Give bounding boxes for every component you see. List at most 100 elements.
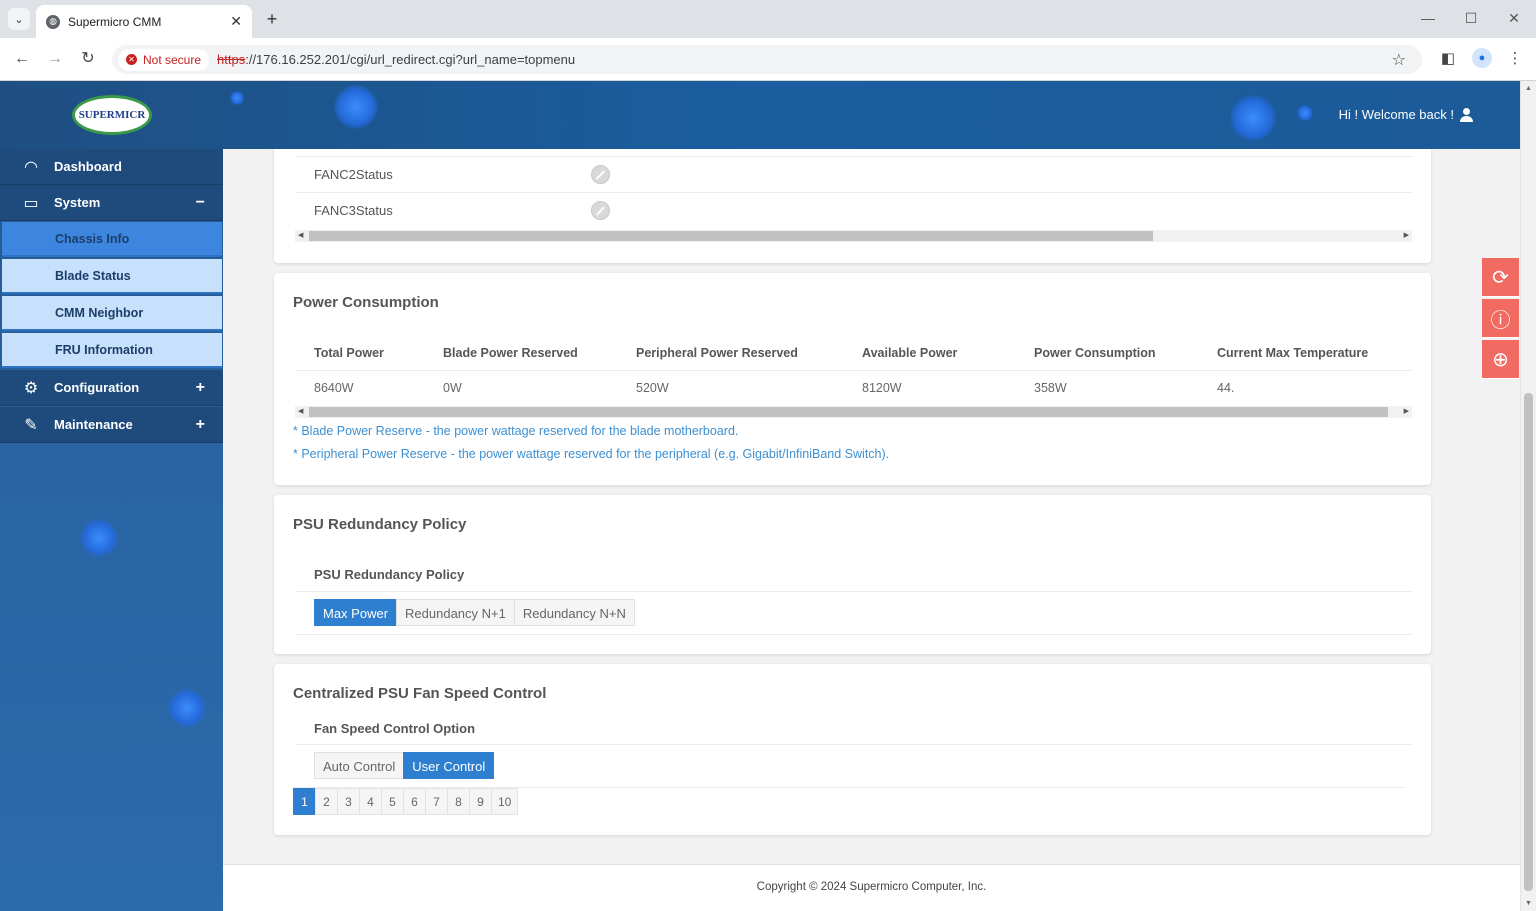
globe-icon: ◍ xyxy=(46,14,60,29)
row-divider xyxy=(295,156,1412,157)
url-text[interactable]: https://176.16.252.201/cgi/url_redirect.… xyxy=(217,52,575,67)
url-path: ://176.16.252.201/cgi/url_redirect.cgi?u… xyxy=(245,52,576,67)
scroll-left-icon[interactable]: ◀ xyxy=(298,407,303,415)
minimize-button[interactable]: — xyxy=(1418,10,1438,26)
sidebar-item-system[interactable]: ▭ System − xyxy=(0,185,223,221)
reload-icon[interactable]: ↻ xyxy=(78,49,98,69)
info-icon[interactable]: ⓘ xyxy=(1482,299,1519,338)
browser-tab[interactable]: ◍ Supermicro CMM ✕ xyxy=(36,5,252,38)
decor-glow xyxy=(80,519,118,557)
sidebar: ◠ Dashboard ▭ System − Chassis Info Blad… xyxy=(0,149,223,911)
scroll-down-icon[interactable]: ▼ xyxy=(1525,900,1532,907)
page-vertical-scrollbar[interactable]: ▲ ▼ xyxy=(1520,81,1536,911)
sidebar-item-fru-information[interactable]: FRU Information xyxy=(2,333,222,368)
page-button[interactable]: 9 xyxy=(469,788,492,815)
sidebar-item-dashboard[interactable]: ◠ Dashboard xyxy=(0,149,223,185)
redundancy-n1-button[interactable]: Redundancy N+1 xyxy=(396,599,515,626)
table-cell: 8120W xyxy=(862,381,902,395)
page-footer: Copyright © 2024 Supermicro Computer, In… xyxy=(223,864,1520,911)
page-button[interactable]: 5 xyxy=(381,788,404,815)
side-panel-icon[interactable]: ◧ xyxy=(1438,49,1458,67)
page-button[interactable]: 1 xyxy=(293,788,316,815)
app-header: SUPERMICR Hi ! Welcome back ! xyxy=(0,81,1520,149)
column-header: Power Consumption xyxy=(1034,346,1156,360)
url-scheme: https xyxy=(217,52,246,67)
decor-glow xyxy=(1297,105,1313,121)
close-window-button[interactable]: ✕ xyxy=(1504,10,1524,27)
fan-status-label: FANC3Status xyxy=(314,203,393,218)
tab-title: Supermicro CMM xyxy=(68,14,162,29)
user-control-button[interactable]: User Control xyxy=(403,752,495,779)
forward-arrow-icon[interactable]: → xyxy=(45,49,65,69)
row-divider xyxy=(295,591,1412,592)
sidebar-item-maintenance[interactable]: ✎ Maintenance + xyxy=(0,407,223,443)
page-button[interactable]: 7 xyxy=(425,788,448,815)
page-button[interactable]: 3 xyxy=(337,788,360,815)
sidebar-item-blade-status[interactable]: Blade Status xyxy=(2,259,222,294)
page-button[interactable]: 6 xyxy=(403,788,426,815)
welcome-user[interactable]: Hi ! Welcome back ! xyxy=(1338,107,1473,122)
welcome-text: Hi ! Welcome back ! xyxy=(1338,107,1454,122)
column-header: Total Power xyxy=(314,346,384,360)
decor-glow xyxy=(230,91,244,105)
copyright-text: Copyright © 2024 Supermicro Computer, In… xyxy=(756,881,987,893)
max-power-button[interactable]: Max Power xyxy=(314,599,398,626)
row-divider xyxy=(295,744,1412,745)
tab-search-button[interactable]: ⌄ xyxy=(8,8,30,30)
table-cell: 358W xyxy=(1034,381,1067,395)
scrollbar-thumb[interactable] xyxy=(309,231,1153,241)
page-button[interactable]: 8 xyxy=(447,788,470,815)
card-title: Centralized PSU Fan Speed Control xyxy=(293,685,547,702)
collapse-icon: − xyxy=(195,193,205,211)
page-button[interactable]: 4 xyxy=(359,788,382,815)
sidebar-item-cmm-neighbor[interactable]: CMM Neighbor xyxy=(2,296,222,331)
psu-policy-button-group: Max Power Redundancy N+1 Redundancy N+N xyxy=(314,599,635,626)
table-cell: 520W xyxy=(636,381,669,395)
expand-icon: + xyxy=(195,415,205,433)
security-chip[interactable]: ✕ Not secure xyxy=(118,48,210,71)
more-menu-icon[interactable]: ⋮ xyxy=(1505,49,1525,67)
scrollbar-thumb[interactable] xyxy=(309,407,1388,417)
maximize-button[interactable]: ☐ xyxy=(1461,10,1481,27)
column-header: Blade Power Reserved xyxy=(443,346,578,360)
auto-control-button[interactable]: Auto Control xyxy=(314,752,405,779)
fan-status-card: FANC2Status FANC3Status ◀ ▶ xyxy=(274,149,1431,263)
field-label: Fan Speed Control Option xyxy=(314,721,476,736)
scroll-up-icon[interactable]: ▲ xyxy=(1525,85,1532,92)
supermicro-logo: SUPERMICR xyxy=(72,95,152,135)
scroll-right-icon[interactable]: ▶ xyxy=(1404,407,1409,415)
sidebar-item-chassis-info[interactable]: Chassis Info xyxy=(2,222,222,257)
fan-status-label: FANC2Status xyxy=(314,167,393,182)
bookmark-star-icon[interactable]: ☆ xyxy=(1392,50,1406,70)
page-button[interactable]: 2 xyxy=(315,788,338,815)
refresh-icon[interactable]: ⟳ xyxy=(1482,258,1519,297)
horizontal-scrollbar[interactable]: ◀ ▶ xyxy=(295,230,1412,242)
scroll-right-icon[interactable]: ▶ xyxy=(1404,231,1409,239)
gear-icon: ⚙ xyxy=(23,379,39,397)
scrollbar-thumb[interactable] xyxy=(1524,393,1533,891)
new-tab-button[interactable]: + xyxy=(262,9,282,29)
row-divider xyxy=(295,634,1412,635)
browser-tab-bar: ⌄ ◍ Supermicro CMM ✕ + — ☐ ✕ xyxy=(0,0,1536,38)
back-arrow-icon[interactable]: ← xyxy=(12,49,32,69)
status-unavailable-icon xyxy=(591,165,610,184)
decor-glow xyxy=(334,85,378,129)
table-cell: 8640W xyxy=(314,381,354,395)
sidebar-item-configuration[interactable]: ⚙ Configuration + xyxy=(0,370,223,406)
main-content: FANC2Status FANC3Status ◀ ▶ Power Consum… xyxy=(223,149,1520,911)
language-globe-icon[interactable]: ⊕ xyxy=(1482,340,1519,379)
row-divider xyxy=(295,370,1412,371)
page-button[interactable]: 10 xyxy=(491,788,519,815)
close-tab-button[interactable]: ✕ xyxy=(230,13,242,30)
laptop-icon: ▭ xyxy=(23,194,39,212)
wrench-icon: ✎ xyxy=(24,416,38,434)
sidebar-item-label: Maintenance xyxy=(54,417,133,432)
decor-glow xyxy=(1230,95,1276,141)
address-bar[interactable]: ✕ Not secure https://176.16.252.201/cgi/… xyxy=(112,45,1422,74)
psu-redundancy-card: PSU Redundancy Policy PSU Redundancy Pol… xyxy=(274,495,1431,654)
scroll-left-icon[interactable]: ◀ xyxy=(298,231,303,239)
fan-speed-control-card: Centralized PSU Fan Speed Control Fan Sp… xyxy=(274,664,1431,835)
profile-avatar-icon[interactable]: ● xyxy=(1472,48,1492,68)
redundancy-nn-button[interactable]: Redundancy N+N xyxy=(513,599,635,626)
horizontal-scrollbar[interactable]: ◀ ▶ xyxy=(295,406,1412,418)
